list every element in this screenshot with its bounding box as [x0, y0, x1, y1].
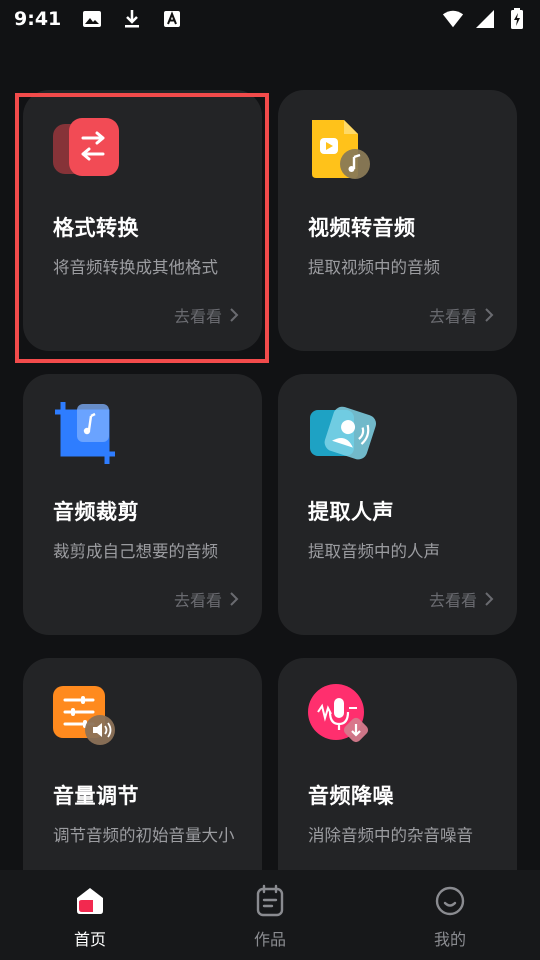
wifi-icon	[442, 8, 464, 30]
noise-reduction-icon	[308, 684, 378, 754]
volume-adjust-icon	[53, 684, 123, 754]
nav-label: 我的	[433, 930, 466, 949]
view-more-label: 去看看	[173, 591, 222, 610]
bottom-nav: 首页 作品 我的	[0, 870, 540, 960]
nav-profile[interactable]: 我的	[360, 870, 540, 960]
card-extract-voice[interactable]: 提取人声 提取音频中的人声 去看看	[278, 374, 517, 635]
profile-icon	[435, 886, 465, 916]
download-icon	[121, 8, 143, 30]
chevron-right-icon	[485, 308, 494, 322]
status-time: 9:41	[14, 8, 62, 30]
card-title: 格式转换	[53, 216, 139, 240]
chevron-right-icon	[485, 592, 494, 606]
nav-label: 作品	[253, 930, 286, 949]
card-description: 将音频转换成其他格式	[53, 258, 218, 277]
card-title: 音量调节	[53, 784, 139, 808]
card-audio-crop[interactable]: 音频裁剪 裁剪成自己想要的音频 去看看	[23, 374, 262, 635]
card-title: 提取人声	[308, 500, 394, 524]
view-more-label: 去看看	[173, 307, 222, 326]
video-to-audio-icon	[308, 116, 378, 186]
extract-voice-icon	[308, 400, 378, 470]
signal-icon	[474, 8, 496, 30]
nav-works[interactable]: 作品	[180, 870, 360, 960]
home-icon	[77, 888, 103, 914]
view-more-label: 去看看	[428, 591, 477, 610]
card-title: 音频裁剪	[53, 500, 139, 524]
card-format-convert[interactable]: 格式转换 将音频转换成其他格式 去看看	[23, 90, 262, 351]
view-more-link[interactable]: 去看看	[429, 587, 495, 611]
card-description: 提取视频中的音频	[308, 258, 440, 277]
card-video-to-audio[interactable]: 视频转音频 提取视频中的音频 去看看	[278, 90, 517, 351]
card-description: 裁剪成自己想要的音频	[53, 542, 218, 561]
view-more-link[interactable]: 去看看	[174, 303, 240, 327]
audio-crop-icon	[53, 400, 123, 470]
card-description: 调节音频的初始音量大小	[53, 826, 235, 845]
chevron-right-icon	[230, 308, 239, 322]
card-description: 消除音频中的杂音噪音	[308, 826, 473, 845]
feature-grid: 格式转换 将音频转换成其他格式 去看看 视频转音频 提取视频中的音频 去看看 音…	[23, 90, 517, 919]
nav-home[interactable]: 首页	[0, 870, 180, 960]
battery-charging-icon	[506, 8, 528, 30]
status-bar: 9:41	[0, 0, 540, 38]
view-more-label: 去看看	[428, 307, 477, 326]
card-description: 提取音频中的人声	[308, 542, 440, 561]
text-a-icon	[161, 8, 183, 30]
format-convert-icon	[53, 116, 123, 186]
works-icon	[256, 884, 284, 917]
nav-label: 首页	[73, 930, 106, 949]
view-more-link[interactable]: 去看看	[174, 587, 240, 611]
chevron-right-icon	[230, 592, 239, 606]
card-title: 音频降噪	[308, 784, 394, 808]
view-more-link[interactable]: 去看看	[429, 303, 495, 327]
card-title: 视频转音频	[308, 216, 416, 240]
image-icon	[81, 8, 103, 30]
